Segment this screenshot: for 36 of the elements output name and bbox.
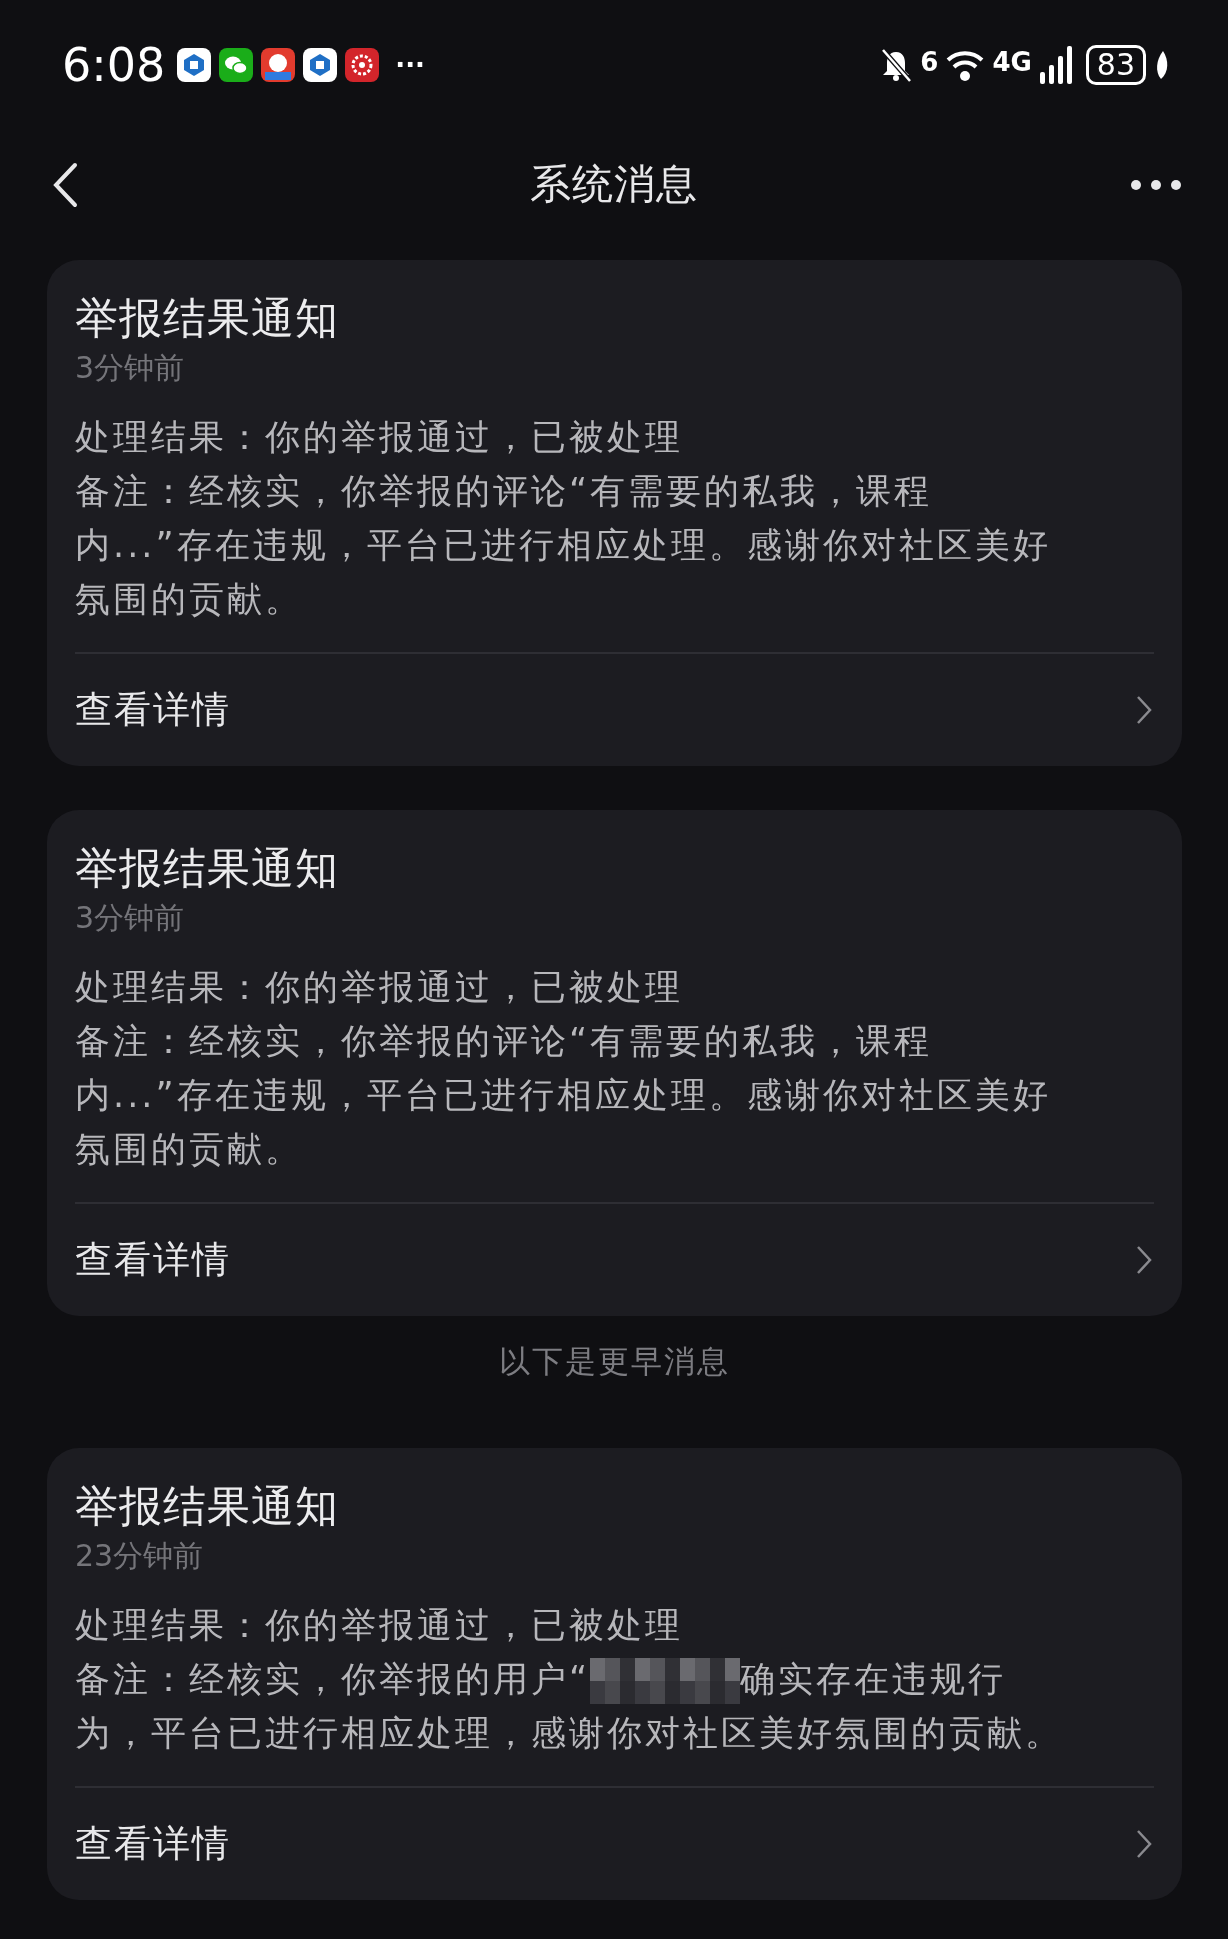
chevron-right-icon [1136, 1245, 1152, 1275]
leaf-icon [1154, 50, 1170, 80]
message-time: 23分钟前 [75, 1537, 205, 1575]
message-title: 举报结果通知 [75, 842, 340, 895]
message-title: 举报结果通知 [75, 292, 340, 345]
note-text: 备注：经核实，你举报的用户“ 确实存在违规行为，平台已进行相应处理，感谢你对社区美好氛围的贡献。 [75, 1658, 1064, 1755]
result-text: 处理结果：你的举报通过，已被处理 [75, 1604, 684, 1647]
chevron-right-icon [1136, 695, 1152, 725]
note-text: 备注：经核实，你举报的评论“有需要的私我，课程内...”存在违规，平台已进行相应处理。感谢你对社区美好氛围的贡献。 [75, 1021, 1051, 1169]
section-label: 以下是更早消息 [499, 1343, 730, 1379]
app-icon [345, 48, 380, 82]
network-label: 4G [992, 49, 1032, 75]
more-icon[interactable] [1130, 179, 1182, 191]
message-time: 3分钟前 [75, 349, 186, 387]
note-text: 备注：经核实，你举报的评论“有需要的私我，课程内...”存在违规，平台已进行相应处理。感谢你对社区美好氛围的贡献。 [75, 471, 1051, 619]
chevron-right-icon [1136, 1829, 1152, 1859]
app-icon [261, 48, 296, 82]
message-title: 举报结果通知 [75, 1480, 340, 1533]
status-more: ··· [395, 52, 425, 78]
back-icon[interactable] [52, 162, 78, 208]
app-icon [219, 48, 254, 82]
battery-level: 83 [1085, 45, 1146, 85]
result-text: 处理结果：你的举报通过，已被处理 [75, 966, 684, 1009]
view-details-link[interactable]: 查看详情 [47, 654, 1182, 766]
wifi-label: 6 [920, 49, 939, 75]
page-title: 系统消息 [530, 159, 698, 211]
view-details-link[interactable]: 查看详情 [47, 1788, 1182, 1900]
signal-icon [1039, 46, 1074, 84]
app-icon [177, 48, 212, 82]
wifi-icon [946, 49, 985, 81]
message-time: 3分钟前 [75, 899, 186, 937]
result-text: 处理结果：你的举报通过，已被处理 [75, 416, 684, 459]
app-icon [303, 48, 338, 82]
mute-bell-icon [880, 48, 913, 82]
view-details-link[interactable]: 查看详情 [47, 1204, 1182, 1316]
status-time: 6:08 [62, 36, 166, 94]
